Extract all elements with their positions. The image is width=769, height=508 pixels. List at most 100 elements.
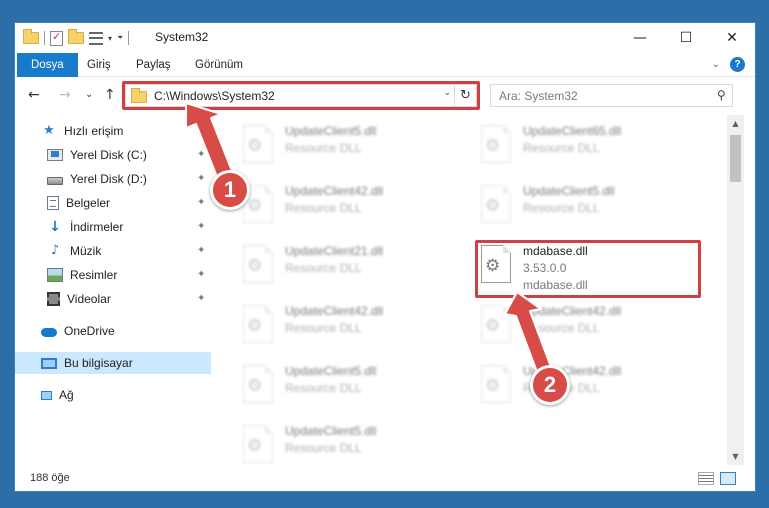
qat-dropdown-icon[interactable]: ▾ — [108, 34, 112, 43]
scroll-down-button[interactable]: ▼ — [727, 448, 744, 465]
help-icon[interactable]: ? — [730, 57, 745, 72]
downloads-icon: ↓ — [49, 219, 61, 235]
file-type: Resource DLL — [523, 141, 600, 155]
folder-icon — [23, 29, 39, 44]
file-tile[interactable]: UpdateClient42.dll Resource DLL — [237, 300, 467, 358]
videos-icon — [47, 292, 60, 306]
back-button[interactable]: ← — [28, 87, 40, 103]
sidebar-item-quick-access[interactable]: ★ Hızlı erişim — [41, 120, 123, 142]
sidebar-item-label: Ağ — [59, 388, 74, 402]
window-controls: — ☐ ✕ — [617, 23, 755, 53]
dll-file-icon — [243, 305, 273, 343]
sidebar-item-label: Resimler — [70, 268, 118, 282]
forward-button[interactable]: → — [59, 87, 71, 103]
search-placeholder[interactable]: Ara: System32 — [499, 89, 578, 103]
sidebar-item-this-pc[interactable]: Bu bilgisayar — [15, 352, 211, 374]
network-icon — [41, 390, 52, 400]
documents-icon — [47, 196, 59, 210]
dll-file-icon — [481, 365, 511, 403]
music-icon: ♪ — [50, 243, 60, 258]
ribbon-right-controls: ⌄ ? — [712, 57, 745, 72]
toolbar-divider — [44, 31, 45, 45]
file-tile[interactable]: UpdateClient42.dll Resource DLL — [475, 360, 705, 418]
sidebar-item-label: Hızlı erişim — [64, 124, 124, 138]
file-tile[interactable]: UpdateClient5.dll Resource DLL — [237, 120, 467, 178]
file-type: Resource DLL — [285, 321, 362, 335]
search-box[interactable]: Ara: System32 ⚲ — [490, 84, 733, 107]
vertical-scrollbar[interactable]: ▲ ▼ — [727, 115, 744, 465]
file-tile[interactable]: UpdateClient42.dll Resource DLL — [237, 180, 467, 238]
recent-locations-button[interactable]: ⌄ — [85, 89, 93, 100]
this-pc-icon — [41, 357, 57, 369]
file-highlight-box — [475, 240, 701, 298]
pin-icon: ✦ — [197, 149, 206, 160]
scroll-thumb[interactable] — [730, 135, 741, 182]
file-type: Resource DLL — [523, 201, 600, 215]
ribbon-tabs: Dosya Giriş Paylaş Görünüm ⌄ ? — [15, 53, 755, 77]
tab-view[interactable]: Görünüm — [185, 53, 253, 77]
dll-file-icon — [481, 185, 511, 223]
toolbar-divider — [128, 31, 130, 45]
step-2-badge: 2 — [530, 365, 570, 405]
minimize-button[interactable]: — — [617, 23, 663, 53]
search-icon[interactable]: ⚲ — [717, 88, 726, 102]
scroll-up-button[interactable]: ▲ — [727, 115, 744, 132]
status-bar: 188 öğe — [15, 467, 755, 491]
properties-list-icon[interactable] — [89, 31, 103, 45]
onedrive-icon — [41, 328, 57, 337]
sidebar-item-pictures[interactable]: Resimler — [47, 264, 117, 286]
window-title: System32 — [155, 30, 209, 44]
file-type: Resource DLL — [285, 381, 362, 395]
sidebar-item-local-disk-d[interactable]: Yerel Disk (D:) — [47, 168, 147, 190]
large-icons-view-button[interactable] — [720, 472, 736, 485]
file-name: UpdateClient42.dll — [285, 184, 384, 198]
file-type: Resource DLL — [285, 441, 362, 455]
new-folder-icon[interactable] — [68, 29, 84, 44]
file-tile[interactable]: UpdateClient5.dll Resource DLL — [237, 360, 467, 418]
sidebar-item-documents[interactable]: Belgeler — [47, 192, 110, 214]
tab-home[interactable]: Giriş — [77, 53, 121, 77]
file-type: Resource DLL — [523, 321, 600, 335]
sidebar-item-label: İndirmeler — [70, 220, 124, 234]
expand-ribbon-icon[interactable]: ⌄ — [712, 59, 720, 70]
close-button[interactable]: ✕ — [709, 23, 755, 53]
maximize-button[interactable]: ☐ — [663, 23, 709, 53]
sidebar-item-videos[interactable]: Videolar — [47, 288, 111, 310]
dll-file-icon — [481, 305, 511, 343]
sidebar-item-label: Belgeler — [66, 196, 111, 210]
file-type: Resource DLL — [285, 261, 362, 275]
pictures-icon — [47, 268, 63, 282]
properties-checkmark-icon[interactable] — [50, 30, 63, 46]
tab-share[interactable]: Paylaş — [126, 53, 181, 77]
file-tile[interactable]: UpdateClient5.dll Resource DLL — [237, 420, 467, 465]
file-name: UpdateClient21.dll — [285, 244, 384, 258]
file-tile[interactable]: UpdateClient65.dll Resource DLL — [475, 120, 705, 178]
dll-file-icon — [243, 365, 273, 403]
sidebar-item-music[interactable]: ♪ Müzik — [47, 240, 102, 262]
drive-c-icon — [47, 149, 63, 161]
pin-icon: ✦ — [197, 221, 206, 232]
sidebar-item-label: Yerel Disk (C:) — [70, 148, 147, 162]
file-name: UpdateClient65.dll — [523, 124, 622, 138]
file-name: UpdateClient5.dll — [285, 364, 377, 378]
file-tile[interactable]: UpdateClient42.dll Resource DLL — [475, 300, 705, 358]
pin-icon: ✦ — [197, 245, 206, 256]
dll-file-icon — [243, 425, 273, 463]
customize-qat-icon[interactable]: ⏷ — [117, 33, 123, 43]
sidebar-item-local-disk-c[interactable]: Yerel Disk (C:) — [47, 144, 147, 166]
file-name: UpdateClient5.dll — [285, 124, 377, 138]
sidebar-item-label: Videolar — [67, 292, 111, 306]
file-name: UpdateClient42.dll — [523, 304, 622, 318]
file-tile[interactable]: UpdateClient21.dll Resource DLL — [237, 240, 467, 298]
quick-access-toolbar: ▾ ⏷ — [23, 29, 130, 47]
star-icon: ★ — [43, 123, 55, 138]
item-count: 188 öğe — [30, 472, 70, 484]
up-button[interactable]: ↑ — [104, 87, 116, 103]
details-view-button[interactable] — [698, 472, 714, 485]
sidebar-item-label: Müzik — [70, 244, 102, 258]
sidebar-item-network[interactable]: Ağ — [41, 384, 74, 406]
tab-file[interactable]: Dosya — [17, 53, 78, 77]
sidebar-item-onedrive[interactable]: OneDrive — [41, 320, 115, 342]
sidebar-item-downloads[interactable]: ↓ İndirmeler — [47, 216, 123, 238]
file-tile[interactable]: UpdateClient5.dll Resource DLL — [475, 180, 705, 238]
